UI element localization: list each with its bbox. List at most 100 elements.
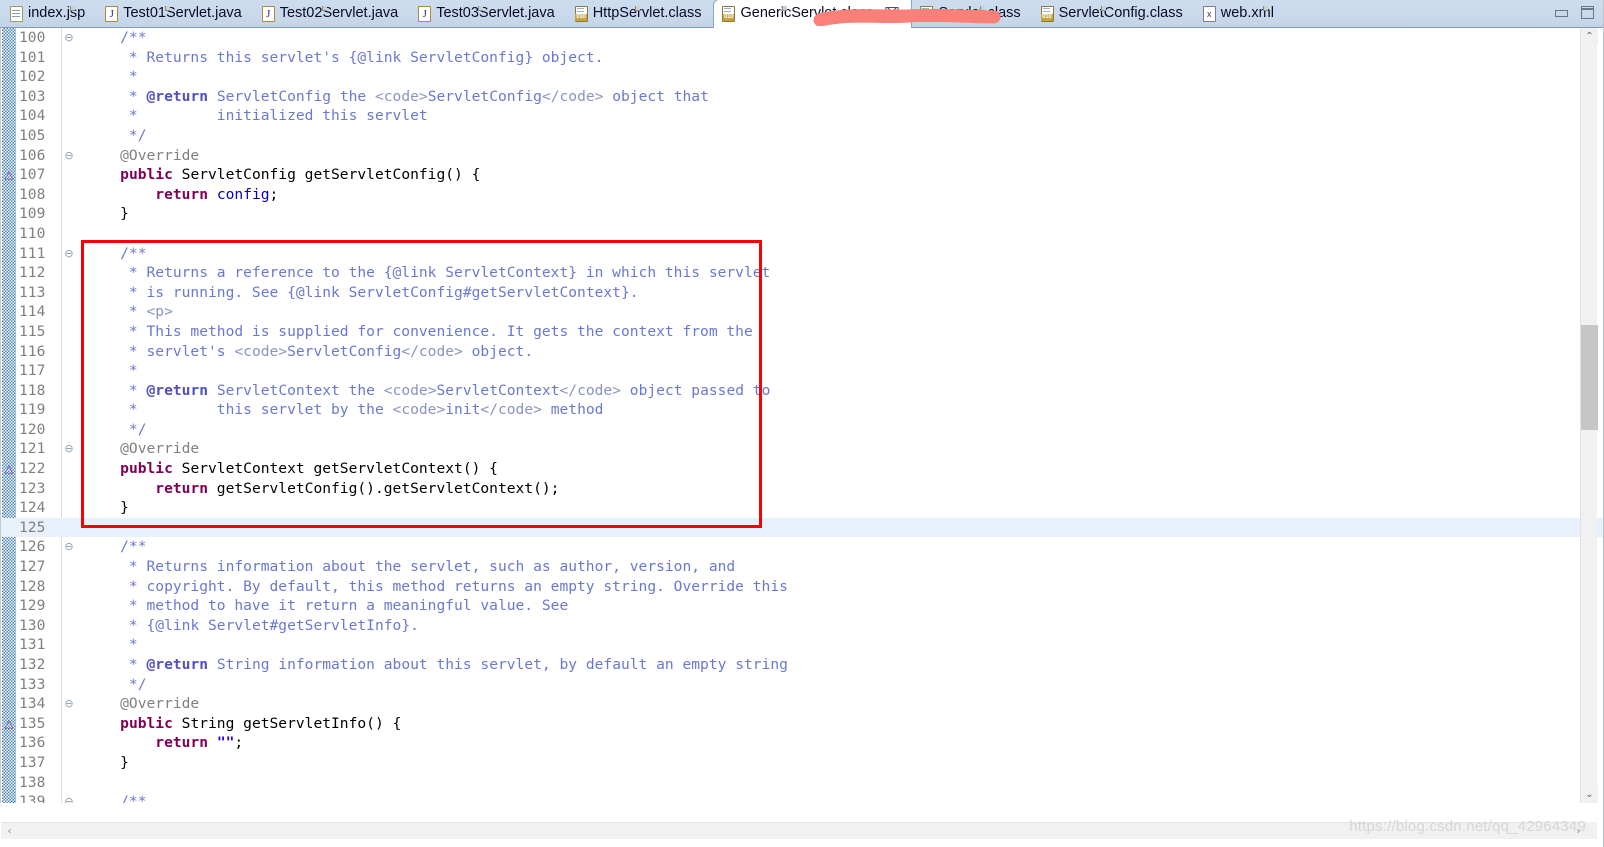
line-number: 122 [19, 460, 46, 478]
line-number: 112 [19, 264, 46, 282]
code-line[interactable]: 100 ⊖ /** [1, 28, 1604, 48]
code-editor[interactable]: 100 ⊖ /** 101 * Returns this servlet's {@l… [0, 28, 1604, 803]
code-text: public ServletConfig getServletConfig() … [120, 166, 481, 184]
line-number: 126 [19, 538, 46, 556]
code-lines[interactable]: 100 ⊖ /** 101 * Returns this servlet's {@l… [1, 28, 1604, 803]
line-number: 109 [19, 205, 46, 223]
scroll-up-arrow-icon[interactable]: ⌃ [1581, 28, 1598, 45]
fold-collapse-icon[interactable]: ⊖ [61, 244, 77, 264]
line-number: 106 [19, 146, 46, 164]
line-number: 123 [19, 479, 46, 497]
code-line[interactable]: 119 * this servlet by the <code>init</co… [1, 400, 1604, 420]
vertical-scrollbar[interactable]: ⌃ ⌄ [1580, 28, 1598, 803]
editor-tab-label: index.jsp [28, 5, 86, 22]
code-line[interactable]: 102 * [1, 67, 1604, 87]
editor-tab-httpservlet-class[interactable]: 010 HttpServlet.class [567, 0, 714, 27]
minimize-icon[interactable] [1554, 6, 1568, 19]
code-line[interactable]: 114 * <p> [1, 302, 1604, 322]
code-line[interactable]: 121 ⊖ @Override [1, 439, 1604, 459]
code-line[interactable]: 113 * is running. See {@link ServletConf… [1, 283, 1604, 303]
code-text: return getServletConfig().getServletCont… [155, 479, 560, 497]
editor-tab-test01servlet-java[interactable]: J Test01Servlet.java [97, 0, 253, 27]
fold-collapse-icon[interactable]: ⊖ [61, 694, 77, 714]
code-text: * initialized this servlet [85, 107, 428, 125]
code-line[interactable]: 117 * [1, 361, 1604, 381]
code-line[interactable]: 124 } [1, 498, 1604, 518]
line-number: 137 [19, 753, 46, 771]
window-controls [1554, 6, 1594, 19]
fold-collapse-icon[interactable]: ⊖ [61, 792, 77, 803]
code-text: } [85, 753, 129, 771]
fold-collapse-icon[interactable]: ⊖ [61, 28, 77, 48]
class-file-icon: 010 [574, 5, 640, 22]
code-line[interactable]: 116 * servlet's <code>ServletConfig</cod… [1, 342, 1604, 362]
fold-collapse-icon[interactable]: ⊖ [61, 439, 77, 459]
code-line[interactable]: 111 ⊖ /** [1, 244, 1604, 264]
code-line[interactable]: 130 * {@link Servlet#getServletInfo}. [1, 616, 1604, 636]
line-number: 138 [19, 773, 46, 791]
code-line[interactable]: 101 * Returns this servlet's {@link Serv… [1, 48, 1604, 68]
editor-tab-web-xml[interactable]: x web.xml [1195, 0, 1286, 27]
code-text: return config; [155, 185, 279, 203]
code-line[interactable]: 129 * method to have it return a meaning… [1, 596, 1604, 616]
code-line[interactable]: 104 * initialized this servlet [1, 106, 1604, 126]
code-line[interactable]: 136 return ""; [1, 733, 1604, 753]
code-line[interactable]: 138 [1, 773, 1604, 793]
code-text: */ [85, 126, 147, 144]
code-line[interactable]: 137 } [1, 753, 1604, 773]
code-line[interactable]: 106 ⊖ @Override [1, 146, 1604, 166]
code-text: * copyright. By default, this method ret… [85, 577, 788, 595]
code-line[interactable]: 133 */ [1, 675, 1604, 695]
code-line[interactable]: △ 135 public String getServletInfo() { [1, 714, 1604, 734]
code-text: * this servlet by the <code>init</code> … [85, 401, 604, 419]
fold-collapse-icon[interactable]: ⊖ [61, 537, 77, 557]
horizontal-scrollbar[interactable]: ‹ › [1, 822, 1587, 839]
editor-tab-servletconfig-class[interactable]: 010 ServletConfig.class [1033, 0, 1195, 27]
code-line[interactable]: 139 ⊖ /** [1, 792, 1604, 803]
line-number: 131 [19, 636, 46, 654]
editor-tab-index-jsp[interactable]: index.jsp [2, 0, 97, 27]
code-line[interactable]: 134 ⊖ @Override [1, 694, 1604, 714]
code-text: return ""; [155, 734, 244, 752]
editor-tab-test03servlet-java[interactable]: J Test03Servlet.java [410, 0, 566, 27]
code-text: * Returns a reference to the {@link Serv… [85, 264, 771, 282]
code-line[interactable]: 103 * @return ServletConfig the <code>Se… [1, 87, 1604, 107]
maximize-icon[interactable] [1580, 6, 1594, 19]
editor-tab-genericservlet-class[interactable]: 010 GenericServlet.class ⌧ [713, 0, 913, 28]
editor-tab-test02servlet-java[interactable]: J Test02Servlet.java [254, 0, 410, 27]
code-line[interactable]: 108 return config; [1, 185, 1604, 205]
close-icon[interactable]: ⌧ [884, 6, 899, 21]
code-text: * @return ServletConfig the <code>Servle… [85, 87, 709, 105]
code-line[interactable]: 132 * @return String information about t… [1, 655, 1604, 675]
code-line[interactable]: 110 [1, 224, 1604, 244]
code-line[interactable]: 127 * Returns information about the serv… [1, 557, 1604, 577]
code-line[interactable]: 123 return getServletConfig().getServlet… [1, 479, 1604, 499]
code-line[interactable]: 125 [1, 517, 1604, 538]
code-line[interactable]: 112 * Returns a reference to the {@link … [1, 263, 1604, 283]
code-line[interactable]: 109 } [1, 204, 1604, 224]
line-number: 114 [19, 303, 46, 321]
fold-collapse-icon[interactable]: ⊖ [61, 146, 77, 166]
code-text: * Returns information about the servlet,… [85, 558, 736, 576]
code-line[interactable]: 118 * @return ServletContext the <code>S… [1, 381, 1604, 401]
code-line[interactable]: 105 */ [1, 126, 1604, 146]
code-line[interactable]: 131 * [1, 635, 1604, 655]
code-line[interactable]: 128 * copyright. By default, this method… [1, 577, 1604, 597]
override-marker-icon: △ [4, 462, 14, 476]
vertical-scroll-thumb[interactable] [1581, 325, 1598, 430]
editor-tab-servlet-class[interactable]: 010 Servlet.class [912, 0, 1032, 27]
code-line[interactable]: △ 122 public ServletContext getServletCon… [1, 459, 1604, 479]
code-line[interactable]: △ 107 public ServletConfig getServletConf… [1, 165, 1604, 185]
code-text: } [85, 205, 129, 223]
eclipse-editor-window: index.jsp J Test01Servlet.java J Test02Servl… [0, 0, 1604, 847]
scroll-left-arrow-icon[interactable]: ‹ [1, 823, 18, 840]
scroll-down-arrow-icon[interactable]: ⌄ [1581, 786, 1598, 803]
code-line[interactable]: 126 ⊖ /** [1, 537, 1604, 557]
code-line[interactable]: 115 * This method is supplied for conven… [1, 322, 1604, 342]
line-number: 139 [19, 793, 46, 803]
code-text: /** [85, 29, 147, 46]
code-text: * @return ServletContext the <code>Servl… [85, 381, 771, 399]
code-line[interactable]: 120 */ [1, 420, 1604, 440]
code-text: * @return String information about this … [85, 656, 788, 673]
code-text: public ServletContext getServletContext(… [120, 460, 498, 478]
